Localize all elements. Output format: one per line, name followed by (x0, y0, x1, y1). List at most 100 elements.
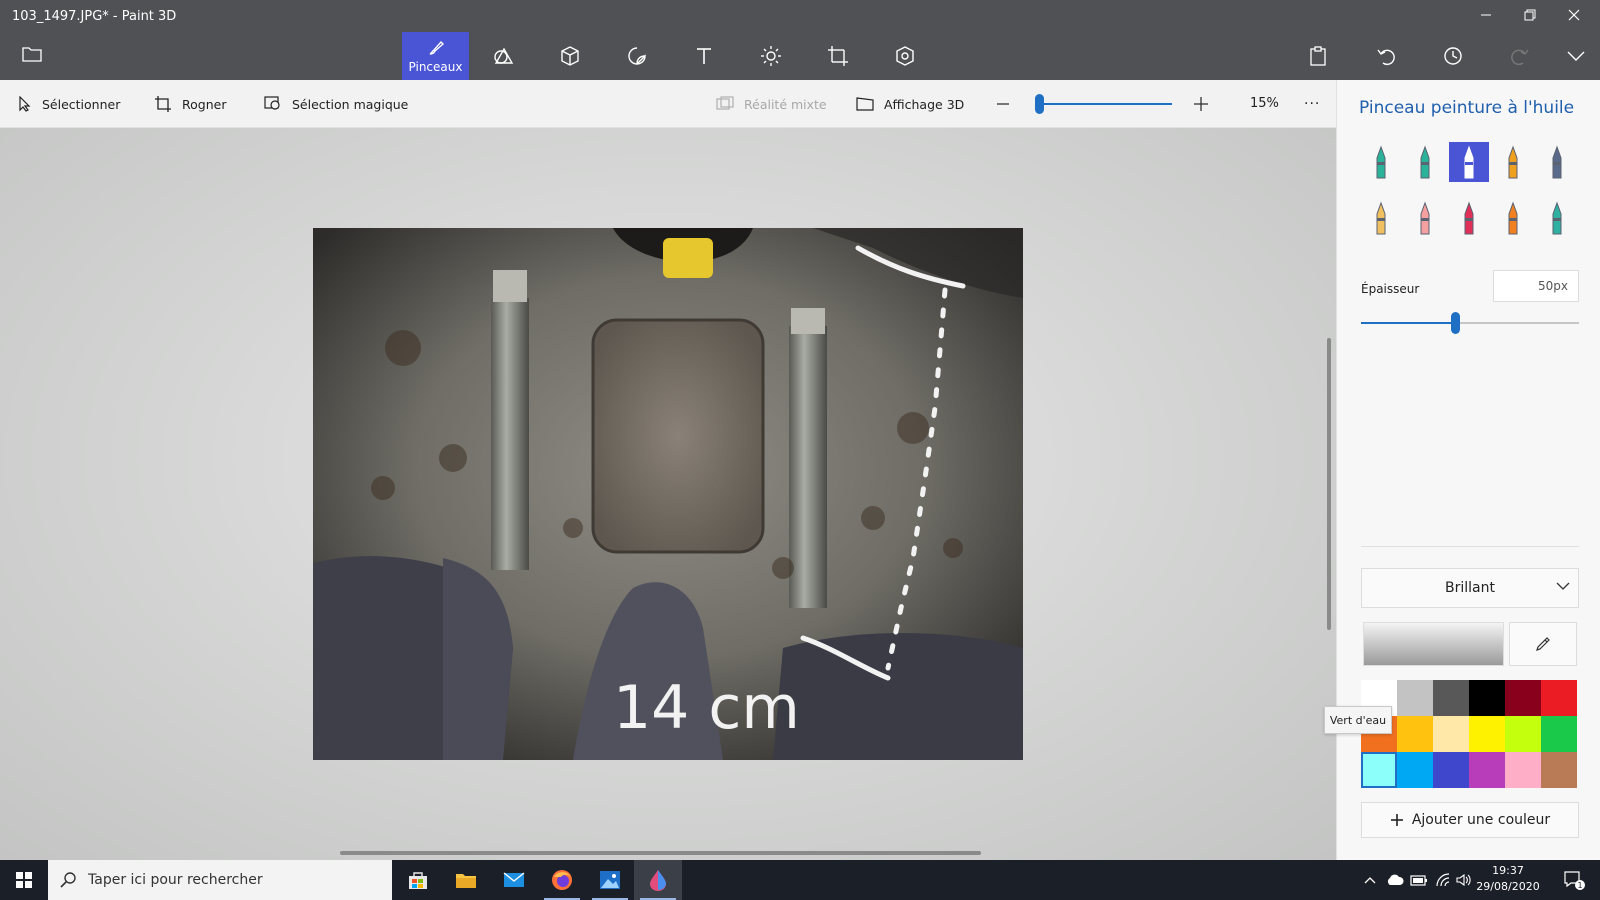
brush-spray-can[interactable] (1493, 198, 1533, 238)
windows-icon (16, 872, 32, 888)
crop-button[interactable]: Rogner (154, 80, 226, 128)
taskbar-store[interactable] (394, 860, 442, 900)
color-swatch[interactable] (1433, 716, 1469, 752)
panel-title: Pinceau peinture à l'huile (1359, 98, 1575, 118)
brush-calligraphy-pen[interactable] (1405, 142, 1445, 182)
tray-volume[interactable] (1454, 860, 1474, 900)
color-swatch[interactable] (1541, 680, 1577, 716)
close-button[interactable] (1552, 4, 1596, 30)
color-swatch[interactable] (1469, 680, 1505, 716)
magic-select-button[interactable]: Sélection magique (264, 80, 408, 128)
chevron-down-icon (1567, 51, 1585, 61)
zoom-slider-thumb[interactable] (1035, 94, 1044, 114)
minimize-button[interactable] (1464, 4, 1508, 30)
taskbar-paint-3d[interactable] (634, 860, 682, 900)
color-swatch[interactable] (1505, 716, 1541, 752)
cube-icon (560, 46, 579, 66)
zoom-in-button[interactable] (1193, 80, 1209, 128)
color-swatch[interactable] (1505, 680, 1541, 716)
finish-dropdown[interactable]: Brillant (1361, 568, 1579, 608)
expand-button[interactable] (1564, 44, 1588, 68)
restore-button[interactable] (1508, 4, 1552, 30)
current-color-preview[interactable] (1363, 622, 1504, 666)
undo-button[interactable] (1374, 44, 1398, 68)
thickness-slider-thumb[interactable] (1450, 312, 1460, 334)
tool-canvas[interactable] (804, 32, 871, 80)
taskbar-mail[interactable] (490, 860, 538, 900)
vertical-scrollbar[interactable] (1327, 338, 1331, 630)
brush-pixel-pen[interactable] (1537, 142, 1577, 182)
color-swatch[interactable] (1469, 716, 1505, 752)
sun-icon (760, 46, 781, 66)
select-button[interactable]: Sélectionner (18, 80, 120, 128)
brush-pencil[interactable] (1361, 198, 1401, 238)
annotation-text: 14 cm (613, 673, 800, 743)
tool-3d-shapes[interactable] (536, 32, 603, 80)
history-button[interactable] (1441, 44, 1465, 68)
menu-button[interactable] (22, 46, 42, 62)
color-swatch[interactable] (1361, 752, 1397, 788)
color-swatch[interactable] (1433, 752, 1469, 788)
brush-crayon[interactable] (1449, 198, 1489, 238)
brush-oil-brush[interactable] (1449, 142, 1489, 182)
brush-fill[interactable] (1537, 198, 1577, 238)
tray-wifi[interactable] (1432, 860, 1454, 900)
sticker-icon (627, 47, 646, 65)
zoom-out-button[interactable] (996, 80, 1010, 128)
tray-show-hidden[interactable] (1362, 860, 1378, 900)
clock-date: 29/08/2020 (1476, 880, 1540, 893)
tray-battery[interactable] (1408, 860, 1430, 900)
undo-icon (1377, 49, 1395, 66)
tool-text[interactable] (670, 32, 737, 80)
taskbar-search[interactable]: Taper ici pour rechercher (48, 860, 392, 900)
redo-button[interactable] (1508, 44, 1532, 68)
color-swatch[interactable] (1397, 716, 1433, 752)
add-color-button[interactable]: Ajouter une couleur (1361, 802, 1579, 838)
tool-3d-library[interactable] (871, 32, 938, 80)
magic-select-label: Sélection magique (292, 96, 409, 112)
zoom-slider-track[interactable] (1040, 103, 1172, 105)
color-swatch[interactable] (1469, 752, 1505, 788)
add-color-label: Ajouter une couleur (1411, 812, 1551, 828)
tool-effects[interactable] (737, 32, 804, 80)
eyedropper-icon (1536, 637, 1550, 651)
more-options-button[interactable]: ··· (1304, 80, 1320, 128)
view-3d-button[interactable]: Affichage 3D (856, 80, 964, 128)
tool-2d-shapes[interactable] (469, 32, 536, 80)
store-icon (409, 872, 427, 889)
taskbar-photos[interactable] (586, 860, 634, 900)
thickness-input[interactable] (1493, 270, 1579, 302)
color-swatch[interactable] (1505, 752, 1541, 788)
tray-onedrive[interactable] (1384, 860, 1406, 900)
minimize-icon (1481, 14, 1491, 16)
canvas-photo[interactable]: 14 cm (313, 228, 1023, 760)
firefox-icon (552, 870, 572, 890)
brush-watercolor[interactable] (1493, 142, 1533, 182)
color-swatch[interactable] (1397, 680, 1433, 716)
thickness-label: Épaisseur (1361, 282, 1420, 296)
mixed-reality-button[interactable]: Réalité mixte (716, 80, 827, 128)
color-swatch[interactable] (1433, 680, 1469, 716)
eyedropper-button[interactable] (1509, 622, 1577, 666)
text-icon (696, 48, 711, 64)
finish-label: Brillant (1445, 580, 1495, 596)
brush-marker[interactable] (1361, 142, 1401, 182)
brush-eraser[interactable] (1405, 198, 1445, 238)
horizontal-scrollbar[interactable] (340, 851, 981, 855)
notification-center[interactable]: 1 (1556, 860, 1592, 900)
close-icon (1568, 9, 1580, 21)
tool-brushes[interactable]: Pinceaux (402, 32, 469, 80)
taskbar-firefox[interactable] (538, 860, 586, 900)
tool-stickers[interactable] (603, 32, 670, 80)
taskbar-file-explorer[interactable] (442, 860, 490, 900)
paste-button[interactable] (1306, 44, 1330, 68)
taskbar-clock[interactable]: 19:37 29/08/2020 (1472, 863, 1544, 895)
color-swatch[interactable] (1397, 752, 1433, 788)
start-button[interactable] (0, 860, 48, 900)
canvas-area[interactable]: 14 cm (0, 128, 1336, 860)
color-swatch[interactable] (1541, 752, 1577, 788)
marker-icon (1376, 145, 1386, 179)
color-swatch[interactable] (1541, 716, 1577, 752)
thickness-slider-track[interactable] (1361, 322, 1579, 324)
history-icon (1444, 47, 1462, 65)
